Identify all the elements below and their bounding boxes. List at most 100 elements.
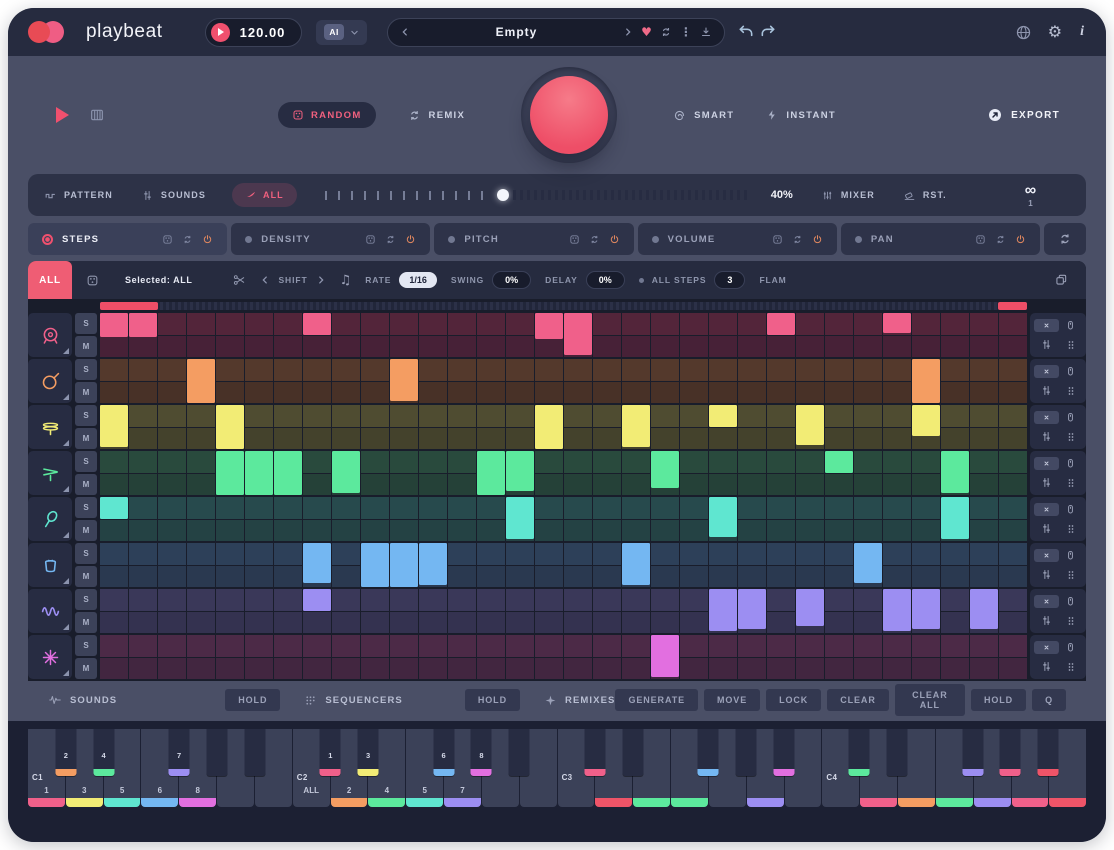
bpm-value[interactable]: 120.00 — [240, 25, 286, 40]
step-cell[interactable] — [361, 635, 389, 679]
step-cell[interactable] — [158, 497, 186, 541]
step-cell[interactable] — [361, 359, 389, 403]
step-cell[interactable] — [767, 405, 795, 449]
all-tracks-tab[interactable]: ALL — [28, 261, 72, 299]
clear-track-button[interactable] — [1034, 503, 1059, 516]
step-cell[interactable] — [535, 497, 563, 541]
step-cell[interactable] — [564, 635, 592, 679]
step-cell[interactable] — [390, 635, 418, 679]
step-cell[interactable] — [274, 543, 302, 587]
mute-button[interactable]: M — [75, 382, 97, 403]
tab-pitch[interactable]: PITCH — [434, 223, 633, 255]
density-slider[interactable] — [325, 188, 751, 202]
step-cell[interactable] — [593, 497, 621, 541]
step-cell[interactable] — [709, 451, 737, 495]
clear-all-button[interactable]: CLEAR ALL — [895, 684, 965, 716]
step-cell[interactable] — [274, 497, 302, 541]
step-cell[interactable] — [361, 543, 389, 587]
black-key[interactable] — [735, 729, 756, 776]
step-cell[interactable] — [390, 313, 418, 357]
drag-handle-icon[interactable] — [1065, 431, 1077, 443]
step-cell[interactable] — [999, 405, 1027, 449]
track-settings-icon[interactable] — [1040, 568, 1053, 581]
step-cell[interactable] — [274, 635, 302, 679]
step-cell[interactable] — [100, 359, 128, 403]
black-key[interactable] — [1000, 729, 1021, 776]
step-cell[interactable] — [129, 359, 157, 403]
mute-button[interactable]: M — [75, 612, 97, 633]
undo-icon[interactable] — [737, 24, 755, 40]
step-cell[interactable] — [854, 405, 882, 449]
step-cell[interactable] — [477, 497, 505, 541]
step-cell[interactable] — [941, 359, 969, 403]
remixes-section-label[interactable]: REMIXES — [544, 694, 615, 707]
step-cell[interactable] — [941, 451, 969, 495]
black-key[interactable] — [622, 729, 643, 776]
step-cell[interactable] — [419, 589, 447, 633]
black-key[interactable]: 3 — [358, 729, 379, 776]
step-cell[interactable] — [477, 313, 505, 357]
step-cell[interactable] — [564, 543, 592, 587]
tab-density[interactable]: DENSITY — [231, 223, 430, 255]
step-cell[interactable] — [680, 451, 708, 495]
black-key[interactable] — [244, 729, 265, 776]
play-icon[interactable] — [211, 23, 230, 42]
step-cell[interactable] — [506, 589, 534, 633]
cut-icon[interactable] — [232, 273, 246, 287]
step-cell[interactable] — [593, 313, 621, 357]
step-cell[interactable] — [680, 405, 708, 449]
solo-button[interactable]: S — [75, 635, 97, 656]
loop-end-marker[interactable] — [998, 302, 1027, 310]
track-select-kick[interactable] — [28, 313, 72, 357]
step-cell[interactable] — [390, 589, 418, 633]
step-cell[interactable] — [245, 313, 273, 357]
step-cell[interactable] — [535, 405, 563, 449]
step-cell[interactable] — [158, 313, 186, 357]
step-cell[interactable] — [361, 497, 389, 541]
step-cell[interactable] — [767, 589, 795, 633]
step-cell[interactable] — [622, 589, 650, 633]
track-settings-icon[interactable] — [1040, 384, 1053, 397]
step-cell[interactable] — [477, 405, 505, 449]
step-cell[interactable] — [767, 635, 795, 679]
ai-mode-button[interactable]: AI — [316, 20, 367, 45]
step-cell[interactable] — [941, 497, 969, 541]
mute-button[interactable]: M — [75, 428, 97, 449]
step-cell[interactable] — [216, 313, 244, 357]
more-options-icon[interactable]: ⋮ — [680, 26, 692, 38]
mouse-tool-icon[interactable] — [1064, 641, 1077, 654]
step-cell[interactable] — [912, 405, 940, 449]
step-cell[interactable] — [245, 451, 273, 495]
track-settings-icon[interactable] — [1040, 522, 1053, 535]
step-cell[interactable] — [854, 451, 882, 495]
step-cell[interactable] — [419, 451, 447, 495]
step-cell[interactable] — [303, 497, 331, 541]
black-key[interactable]: 2 — [55, 729, 76, 776]
step-cell[interactable] — [535, 451, 563, 495]
slider-knob[interactable] — [497, 189, 509, 201]
step-cell[interactable] — [999, 313, 1027, 357]
step-cell[interactable] — [970, 359, 998, 403]
track-select-snare[interactable] — [28, 359, 72, 403]
step-cell[interactable] — [651, 543, 679, 587]
step-cell[interactable] — [216, 451, 244, 495]
sounds-section-label[interactable]: SOUNDS — [48, 693, 117, 707]
step-cell[interactable] — [854, 589, 882, 633]
step-cell[interactable] — [158, 543, 186, 587]
step-cell[interactable] — [767, 543, 795, 587]
step-cell[interactable] — [506, 497, 534, 541]
step-cell[interactable] — [100, 635, 128, 679]
step-cell[interactable] — [680, 497, 708, 541]
black-key[interactable] — [962, 729, 983, 776]
step-cell[interactable] — [129, 451, 157, 495]
step-cell[interactable] — [303, 359, 331, 403]
step-cell[interactable] — [854, 359, 882, 403]
step-cell[interactable] — [709, 405, 737, 449]
step-cell[interactable] — [274, 589, 302, 633]
step-cell[interactable] — [216, 589, 244, 633]
step-cell[interactable] — [999, 589, 1027, 633]
step-cell[interactable] — [593, 543, 621, 587]
step-cell[interactable] — [593, 635, 621, 679]
export-button[interactable]: EXPORT — [987, 107, 1060, 123]
step-cell[interactable] — [912, 359, 940, 403]
